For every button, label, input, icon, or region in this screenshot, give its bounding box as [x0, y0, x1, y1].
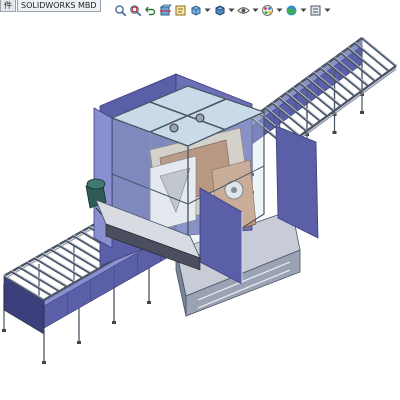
left-conveyor-leg-foot [147, 301, 151, 304]
apply-scene-icon[interactable] [285, 4, 298, 17]
view-orientation-icon[interactable] [189, 4, 202, 17]
left-conveyor-leg-foot [112, 321, 116, 324]
hide-show-items-icon[interactable] [237, 4, 250, 17]
view-settings-icon[interactable] [309, 4, 322, 17]
graphics-area[interactable] [0, 24, 400, 400]
left-conveyor-leg-foot [2, 329, 6, 332]
view-orientation-dropdown-icon[interactable] [204, 4, 211, 17]
zoom-to-area-icon[interactable] [129, 4, 142, 17]
hide-show-dropdown-icon[interactable] [252, 4, 259, 17]
previous-view-icon[interactable] [144, 4, 157, 17]
edit-appearance-dropdown-icon[interactable] [276, 4, 283, 17]
heads-up-view-toolbar [114, 2, 331, 18]
dynamic-annotation-views-icon[interactable] [174, 4, 187, 17]
motor-fan-cover [86, 178, 106, 190]
tab-solidworks-mbd[interactable]: SOLIDWORKS MBD [17, 0, 101, 12]
edit-appearance-icon[interactable] [261, 4, 274, 17]
command-manager-tabs: 件 SOLIDWORKS MBD [0, 0, 102, 12]
left-conveyor-leg-foot [42, 361, 46, 364]
left-conveyor-leg-foot [77, 341, 81, 344]
zoom-to-fit-icon[interactable] [114, 4, 127, 17]
display-style-icon[interactable] [213, 4, 226, 17]
conveyor-assembly-model[interactable] [0, 24, 400, 400]
roof-nozzle [169, 123, 179, 133]
display-style-dropdown-icon[interactable] [228, 4, 235, 17]
right-conveyor-leg-foot [360, 111, 364, 114]
tab-part[interactable]: 件 [0, 0, 16, 12]
apply-scene-dropdown-icon[interactable] [300, 4, 307, 17]
section-view-icon[interactable] [159, 4, 172, 17]
right-conveyor-leg-foot [332, 131, 337, 134]
roof-nozzle [195, 113, 205, 123]
view-settings-dropdown-icon[interactable] [324, 4, 331, 17]
top-toolbar-area: 件 SOLIDWORKS MBD [0, 0, 400, 24]
